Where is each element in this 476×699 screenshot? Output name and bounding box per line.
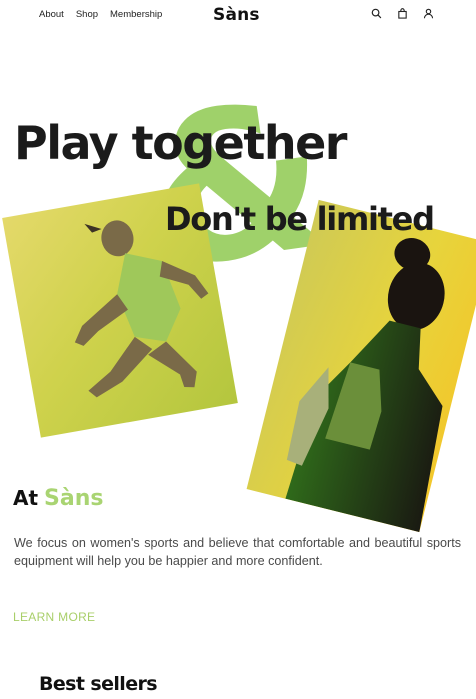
hero-title: Play together (14, 116, 347, 170)
about-heading: At Sàns (13, 486, 104, 511)
nav-link-membership[interactable]: Membership (110, 9, 162, 20)
nav-link-shop[interactable]: Shop (76, 9, 98, 20)
brand-logo[interactable]: Sàns (213, 5, 260, 25)
nav-links: About Shop Membership (39, 9, 162, 20)
bag-icon[interactable] (397, 8, 408, 19)
hero-subtitle: Don't be limited (165, 200, 435, 238)
search-icon[interactable] (371, 8, 382, 19)
learn-more-link[interactable]: LEARN MORE (13, 610, 95, 624)
nav-link-about[interactable]: About (39, 9, 64, 20)
top-nav: About Shop Membership Sàns (0, 0, 476, 32)
about-description: We focus on women's sports and believe t… (14, 536, 461, 568)
about-heading-brand: Sàns (44, 486, 104, 511)
user-icon[interactable] (423, 8, 434, 19)
nav-icons (371, 8, 434, 19)
best-sellers-heading: Best sellers (39, 673, 158, 695)
about-heading-prefix: At (13, 486, 39, 510)
